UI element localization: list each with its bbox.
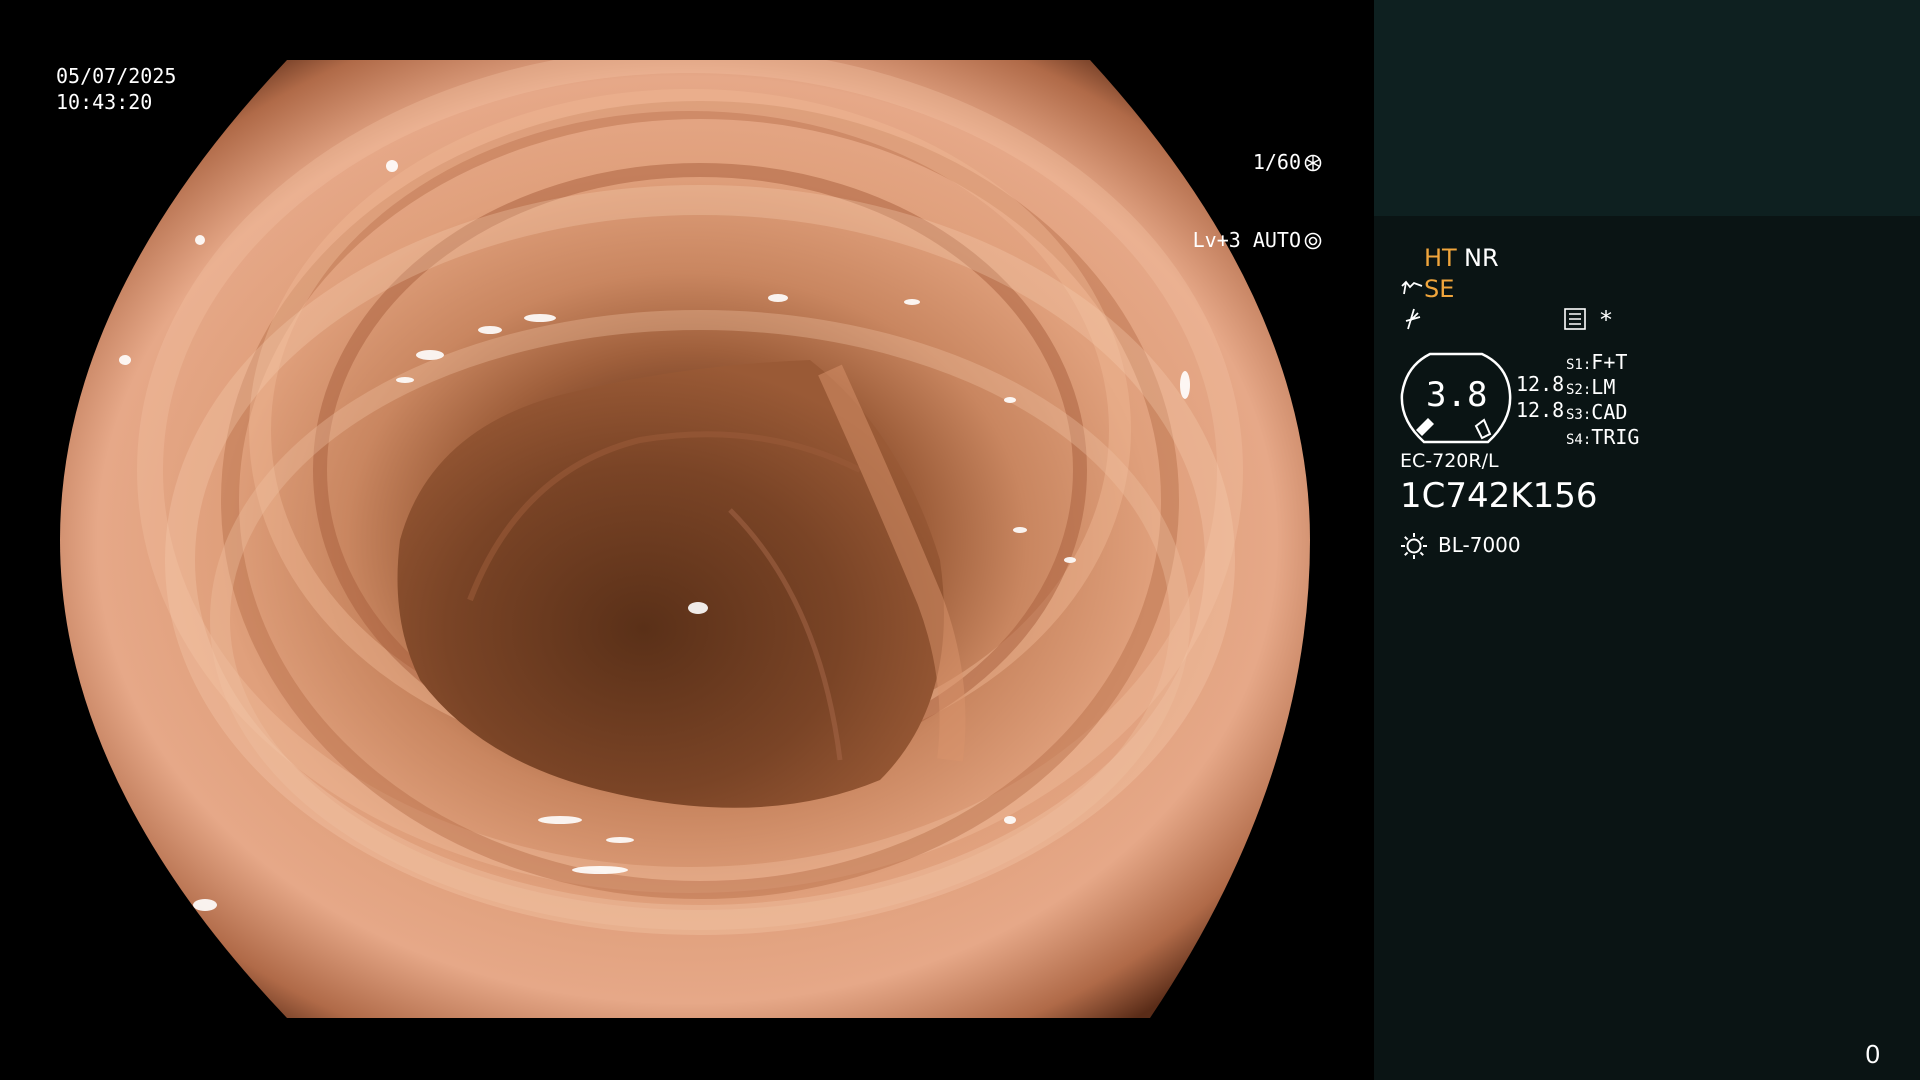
- scope-serial: 1C742K156: [1400, 476, 1598, 516]
- se-label: SE: [1424, 275, 1455, 303]
- ht-label: HT: [1424, 244, 1457, 272]
- panel-thumbnail-area: [1374, 0, 1920, 216]
- enhance-icon: [1401, 280, 1423, 295]
- light-source: BL-7000: [1438, 533, 1521, 557]
- time-text: 10:43:20: [56, 90, 153, 114]
- shutter-text: 1/60: [1252, 150, 1301, 174]
- date-time-readout: 05/07/2025 10:43:20: [56, 63, 176, 115]
- switch-row: S4:TRIG: [1566, 425, 1640, 449]
- frame-counter: 0: [1865, 1039, 1880, 1069]
- left-value-2: 12.8: [1516, 398, 1565, 422]
- flash-icon: [1405, 308, 1421, 330]
- shutter-icon: [1304, 154, 1322, 172]
- left-value-1: 12.8: [1516, 372, 1565, 396]
- auto-iris-icon: [1304, 232, 1322, 250]
- lamp-icon: [1401, 533, 1427, 559]
- shutter-row: 1/60: [1193, 149, 1322, 175]
- switch-row: S3:CAD: [1566, 400, 1628, 424]
- info-panel: HT NR SE * 3.8 12.8 12.8 S1:F+T S2:LM S3…: [1374, 0, 1920, 1080]
- nr-label: NR: [1464, 244, 1499, 272]
- level-text: Lv+3 AUTO: [1192, 228, 1301, 252]
- gauge-value: 3.8: [1426, 375, 1488, 415]
- scope-model: EC-720R/L: [1400, 450, 1499, 472]
- switch-row: S1:F+T: [1566, 350, 1628, 374]
- date-text: 05/07/2025: [56, 64, 177, 88]
- endoscope-view: 05/07/2025 10:43:20 1/60 Lv+3 AUTO: [0, 0, 1374, 1080]
- endoscopic-image: [60, 60, 1310, 1018]
- level-row: Lv+3 AUTO: [1193, 227, 1322, 253]
- menu-icon: [1564, 308, 1586, 330]
- switch-row: S2:LM: [1566, 375, 1616, 399]
- asterisk-label: *: [1600, 306, 1612, 334]
- exposure-readout: 1/60 Lv+3 AUTO: [1193, 97, 1322, 305]
